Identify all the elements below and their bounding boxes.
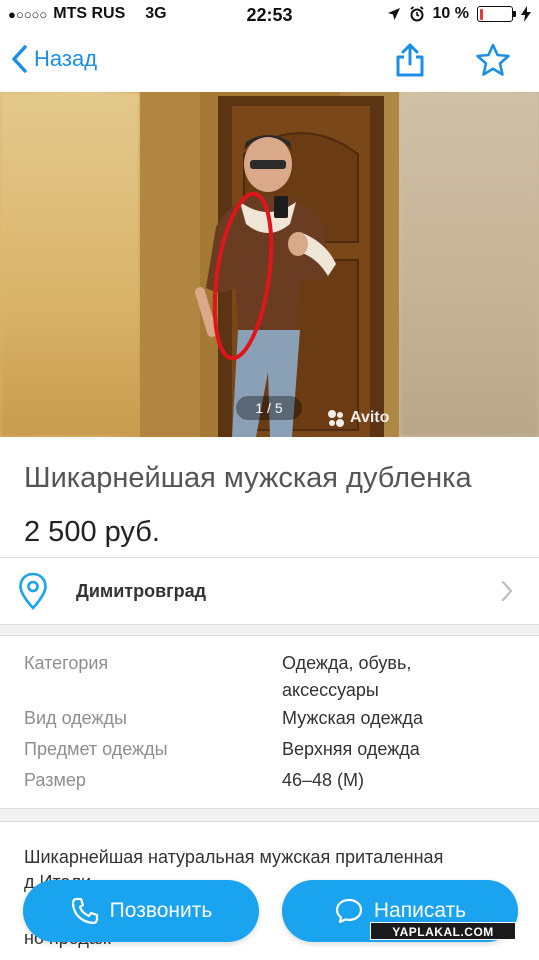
status-bar: ●○○○○ MTS RUS 3G 22:53 10 % [0, 0, 539, 30]
photo-blur-right [399, 92, 539, 437]
param-label: Предмет одежды [24, 739, 168, 759]
alarm-clock-icon [409, 6, 424, 22]
back-label: Назад [34, 46, 98, 71]
param-label: Размер [24, 770, 86, 790]
write-button-label: Написать [373, 899, 467, 922]
photo-counter: 1 / 5 [236, 396, 302, 420]
section-separator [0, 808, 539, 822]
chat-bubble-icon [335, 898, 362, 924]
param-value: Верхняя одежда [282, 739, 420, 759]
chevron-left-icon [12, 45, 27, 73]
phone-icon [71, 897, 98, 925]
battery-icon [477, 6, 516, 22]
chevron-right-icon [501, 580, 513, 602]
photo-gallery[interactable]: 1 / 5 Avito [0, 92, 539, 437]
back-button[interactable]: Назад [10, 44, 97, 74]
description-line: Шикарнейшая натуральная мужская притален… [24, 847, 444, 867]
photo-scene [140, 92, 399, 437]
location-arrow-icon [387, 8, 400, 20]
location-city: Димитровград [76, 581, 207, 601]
call-button[interactable]: Позвонить [23, 880, 259, 942]
call-button-label: Позвонить [109, 899, 213, 922]
param-label: Категория [24, 653, 109, 673]
location-pin-icon [19, 572, 47, 610]
charging-bolt-icon [521, 6, 531, 22]
battery-percent: 10 % [432, 5, 469, 22]
site-watermark: YAPLAKAL.COM [370, 922, 516, 940]
share-icon[interactable] [392, 42, 428, 78]
param-label: Вид одежды [24, 708, 127, 728]
listing-title: Шикарнейшая мужская дубленка [24, 462, 472, 494]
battery-level [479, 8, 483, 20]
parameters-table: Категория Одежда, обувь, аксессуары Вид … [0, 636, 539, 808]
divider [0, 557, 539, 558]
param-value: Мужская одежда [282, 708, 423, 728]
listing-photo [140, 92, 399, 437]
photo-blur-left [0, 92, 140, 437]
param-value: Одежда, обувь, аксессуары [282, 653, 412, 700]
navigation-bar: Назад [0, 30, 539, 92]
avito-logo-icon [328, 410, 344, 427]
location-row[interactable]: Димитровград [0, 560, 539, 624]
listing-price: 2 500 руб. [24, 516, 160, 548]
status-right: 10 % [387, 5, 531, 23]
section-separator [0, 624, 539, 636]
avito-brand-text: Avito [350, 409, 390, 426]
favorite-star-icon[interactable] [474, 42, 512, 78]
avito-watermark: Avito [326, 408, 389, 428]
param-value: 46–48 (M) [282, 770, 365, 790]
